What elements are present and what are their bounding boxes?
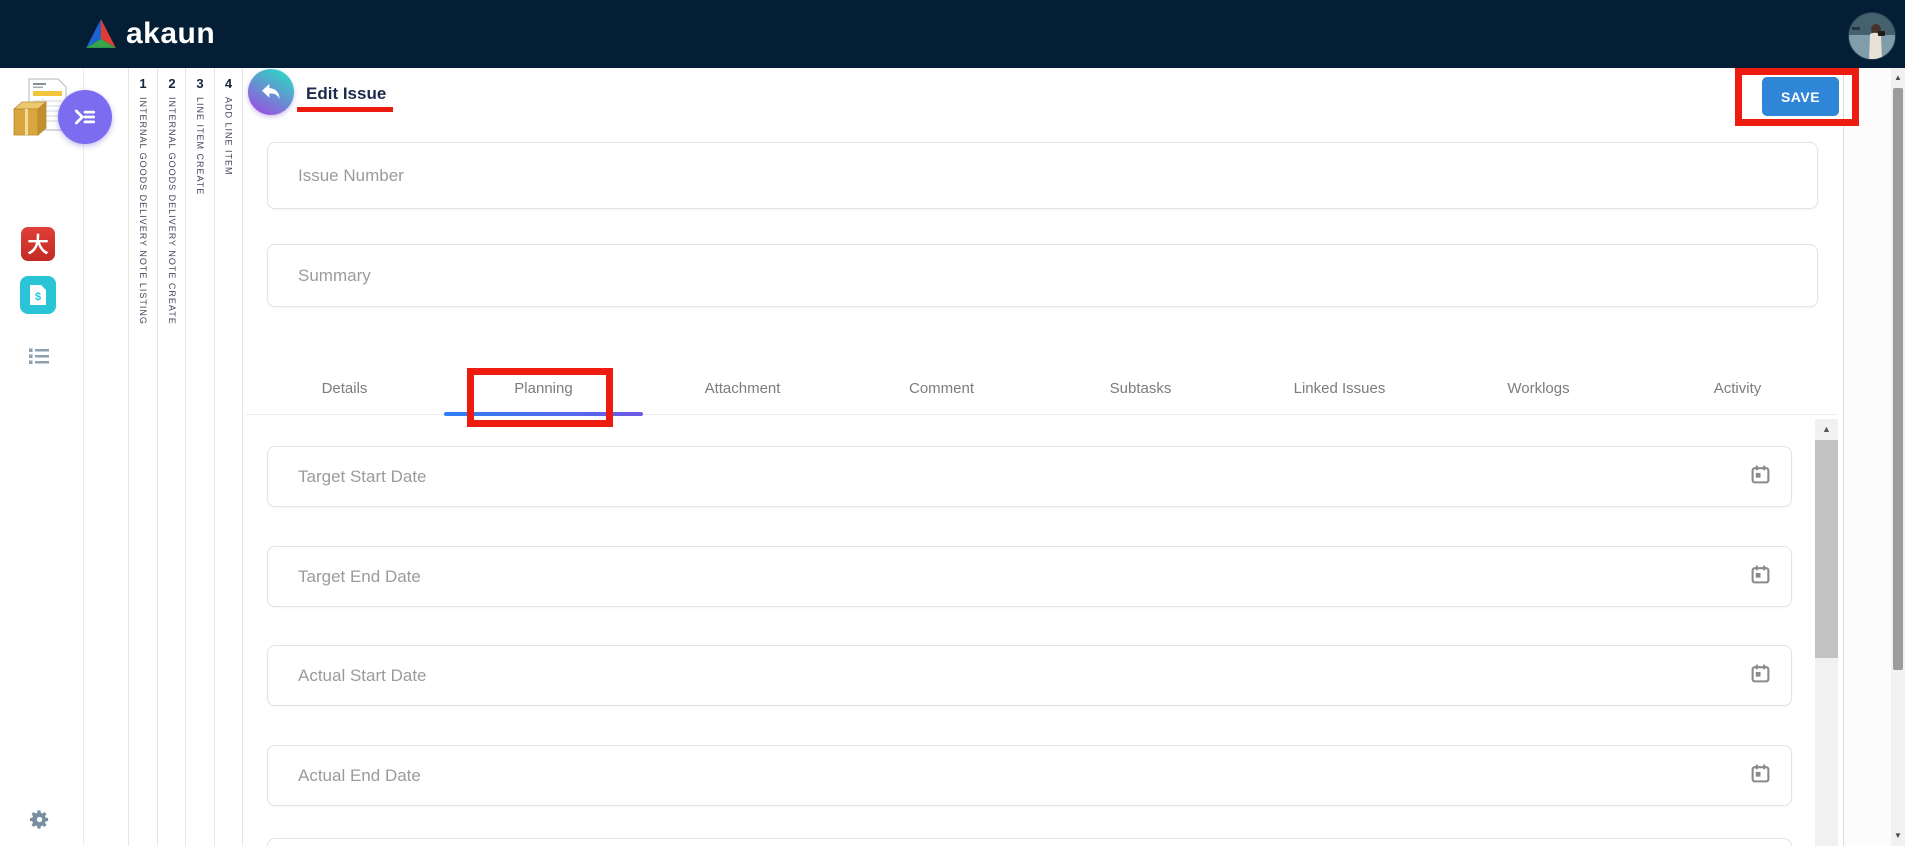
target-start-date-field <box>267 446 1792 507</box>
issue-number-input[interactable] <box>268 143 1817 208</box>
back-arrow-icon <box>262 83 280 99</box>
actual-end-date-input[interactable] <box>268 746 1791 805</box>
dai-red-app-icon[interactable]: 大 <box>21 227 55 261</box>
page-scrollbar: ▲ ▼ <box>1891 68 1905 846</box>
panel-scrollbar-thumb[interactable] <box>1815 440 1838 658</box>
workflow-tab-number: 3 <box>196 76 204 91</box>
workflow-tab-2[interactable]: 2 INTERNAL GOODS DELIVERY NOTE CREATE <box>157 68 186 846</box>
logo-text: akaun <box>126 17 216 50</box>
page-scroll-up-arrow[interactable]: ▲ <box>1891 70 1905 86</box>
user-avatar[interactable] <box>1848 12 1896 60</box>
issue-number-field-wrap <box>267 142 1818 209</box>
workflow-tab-number: 2 <box>168 76 176 91</box>
workflow-tab-4[interactable]: 4 ADD LINE ITEM <box>214 68 243 846</box>
workflow-tab-label: ADD LINE ITEM <box>223 97 234 176</box>
panel-scrollbar: ▲ <box>1815 419 1838 846</box>
tab-comment[interactable]: Comment <box>842 363 1041 414</box>
page-scroll-down-arrow[interactable]: ▼ <box>1891 828 1905 844</box>
target-end-date-field <box>267 546 1792 607</box>
calendar-icon[interactable] <box>1750 564 1771 590</box>
settings-gear-icon[interactable] <box>28 808 51 836</box>
akaun-triangle-icon <box>86 19 116 48</box>
calendar-icon[interactable] <box>1750 663 1771 689</box>
top-header-bar: akaun <box>0 0 1905 68</box>
back-button[interactable] <box>248 69 294 115</box>
workflow-tab-number: 4 <box>224 76 233 91</box>
save-button[interactable]: SAVE <box>1762 77 1839 116</box>
panel-scroll-up-arrow[interactable]: ▲ <box>1815 421 1838 437</box>
workflow-tab-label: INTERNAL GOODS DELIVERY NOTE LISTING <box>138 97 148 325</box>
tab-planning[interactable]: Planning <box>444 363 643 416</box>
avatar-photo <box>1849 13 1895 59</box>
issue-detail-tabs: Details Planning Attachment Comment Subt… <box>245 363 1837 416</box>
actual-start-date-field <box>267 645 1792 706</box>
target-start-date-input[interactable] <box>268 447 1791 506</box>
dai-glyph: 大 <box>27 234 49 257</box>
calendar-icon[interactable] <box>1750 464 1771 490</box>
page-scrollbar-thumb[interactable] <box>1893 88 1903 670</box>
actual-start-date-input[interactable] <box>268 646 1791 705</box>
tab-attachment[interactable]: Attachment <box>643 363 842 414</box>
app-window: akaun 大 $ 1 INTERNAL GOODS DELIVERY NOTE… <box>0 0 1905 846</box>
tab-linked-issues[interactable]: Linked Issues <box>1240 363 1439 414</box>
dollar-document-icon: $ <box>30 285 46 305</box>
akaun-logo: akaun <box>84 15 215 53</box>
workflow-tab-3[interactable]: 3 LINE ITEM CREATE <box>185 68 214 846</box>
workflow-tab-label: INTERNAL GOODS DELIVERY NOTE CREATE <box>167 97 177 325</box>
summary-field-wrap <box>267 244 1818 307</box>
workflow-tab-1[interactable]: 1 INTERNAL GOODS DELIVERY NOTE LISTING <box>128 68 157 846</box>
summary-input[interactable] <box>268 245 1817 306</box>
calendar-icon[interactable] <box>1750 763 1771 789</box>
next-field-partial <box>267 838 1792 846</box>
tab-activity[interactable]: Activity <box>1638 363 1837 414</box>
workflow-tab-label: LINE ITEM CREATE <box>195 97 205 196</box>
billing-document-app-icon[interactable]: $ <box>20 276 56 314</box>
target-end-date-input[interactable] <box>268 547 1791 606</box>
app-sidebar: 大 $ <box>0 68 84 846</box>
active-tab-underline <box>444 412 643 416</box>
page-title: Edit Issue <box>306 84 387 103</box>
tab-subtasks[interactable]: Subtasks <box>1041 363 1240 414</box>
svg-text:$: $ <box>35 291 41 303</box>
actual-end-date-field <box>267 745 1792 806</box>
tab-worklogs[interactable]: Worklogs <box>1439 363 1638 414</box>
tab-details[interactable]: Details <box>245 363 444 414</box>
console-launcher-icon[interactable] <box>58 90 112 144</box>
right-gutter <box>1844 68 1891 846</box>
listing-icon[interactable] <box>29 348 49 370</box>
workflow-tab-number: 1 <box>139 76 147 91</box>
